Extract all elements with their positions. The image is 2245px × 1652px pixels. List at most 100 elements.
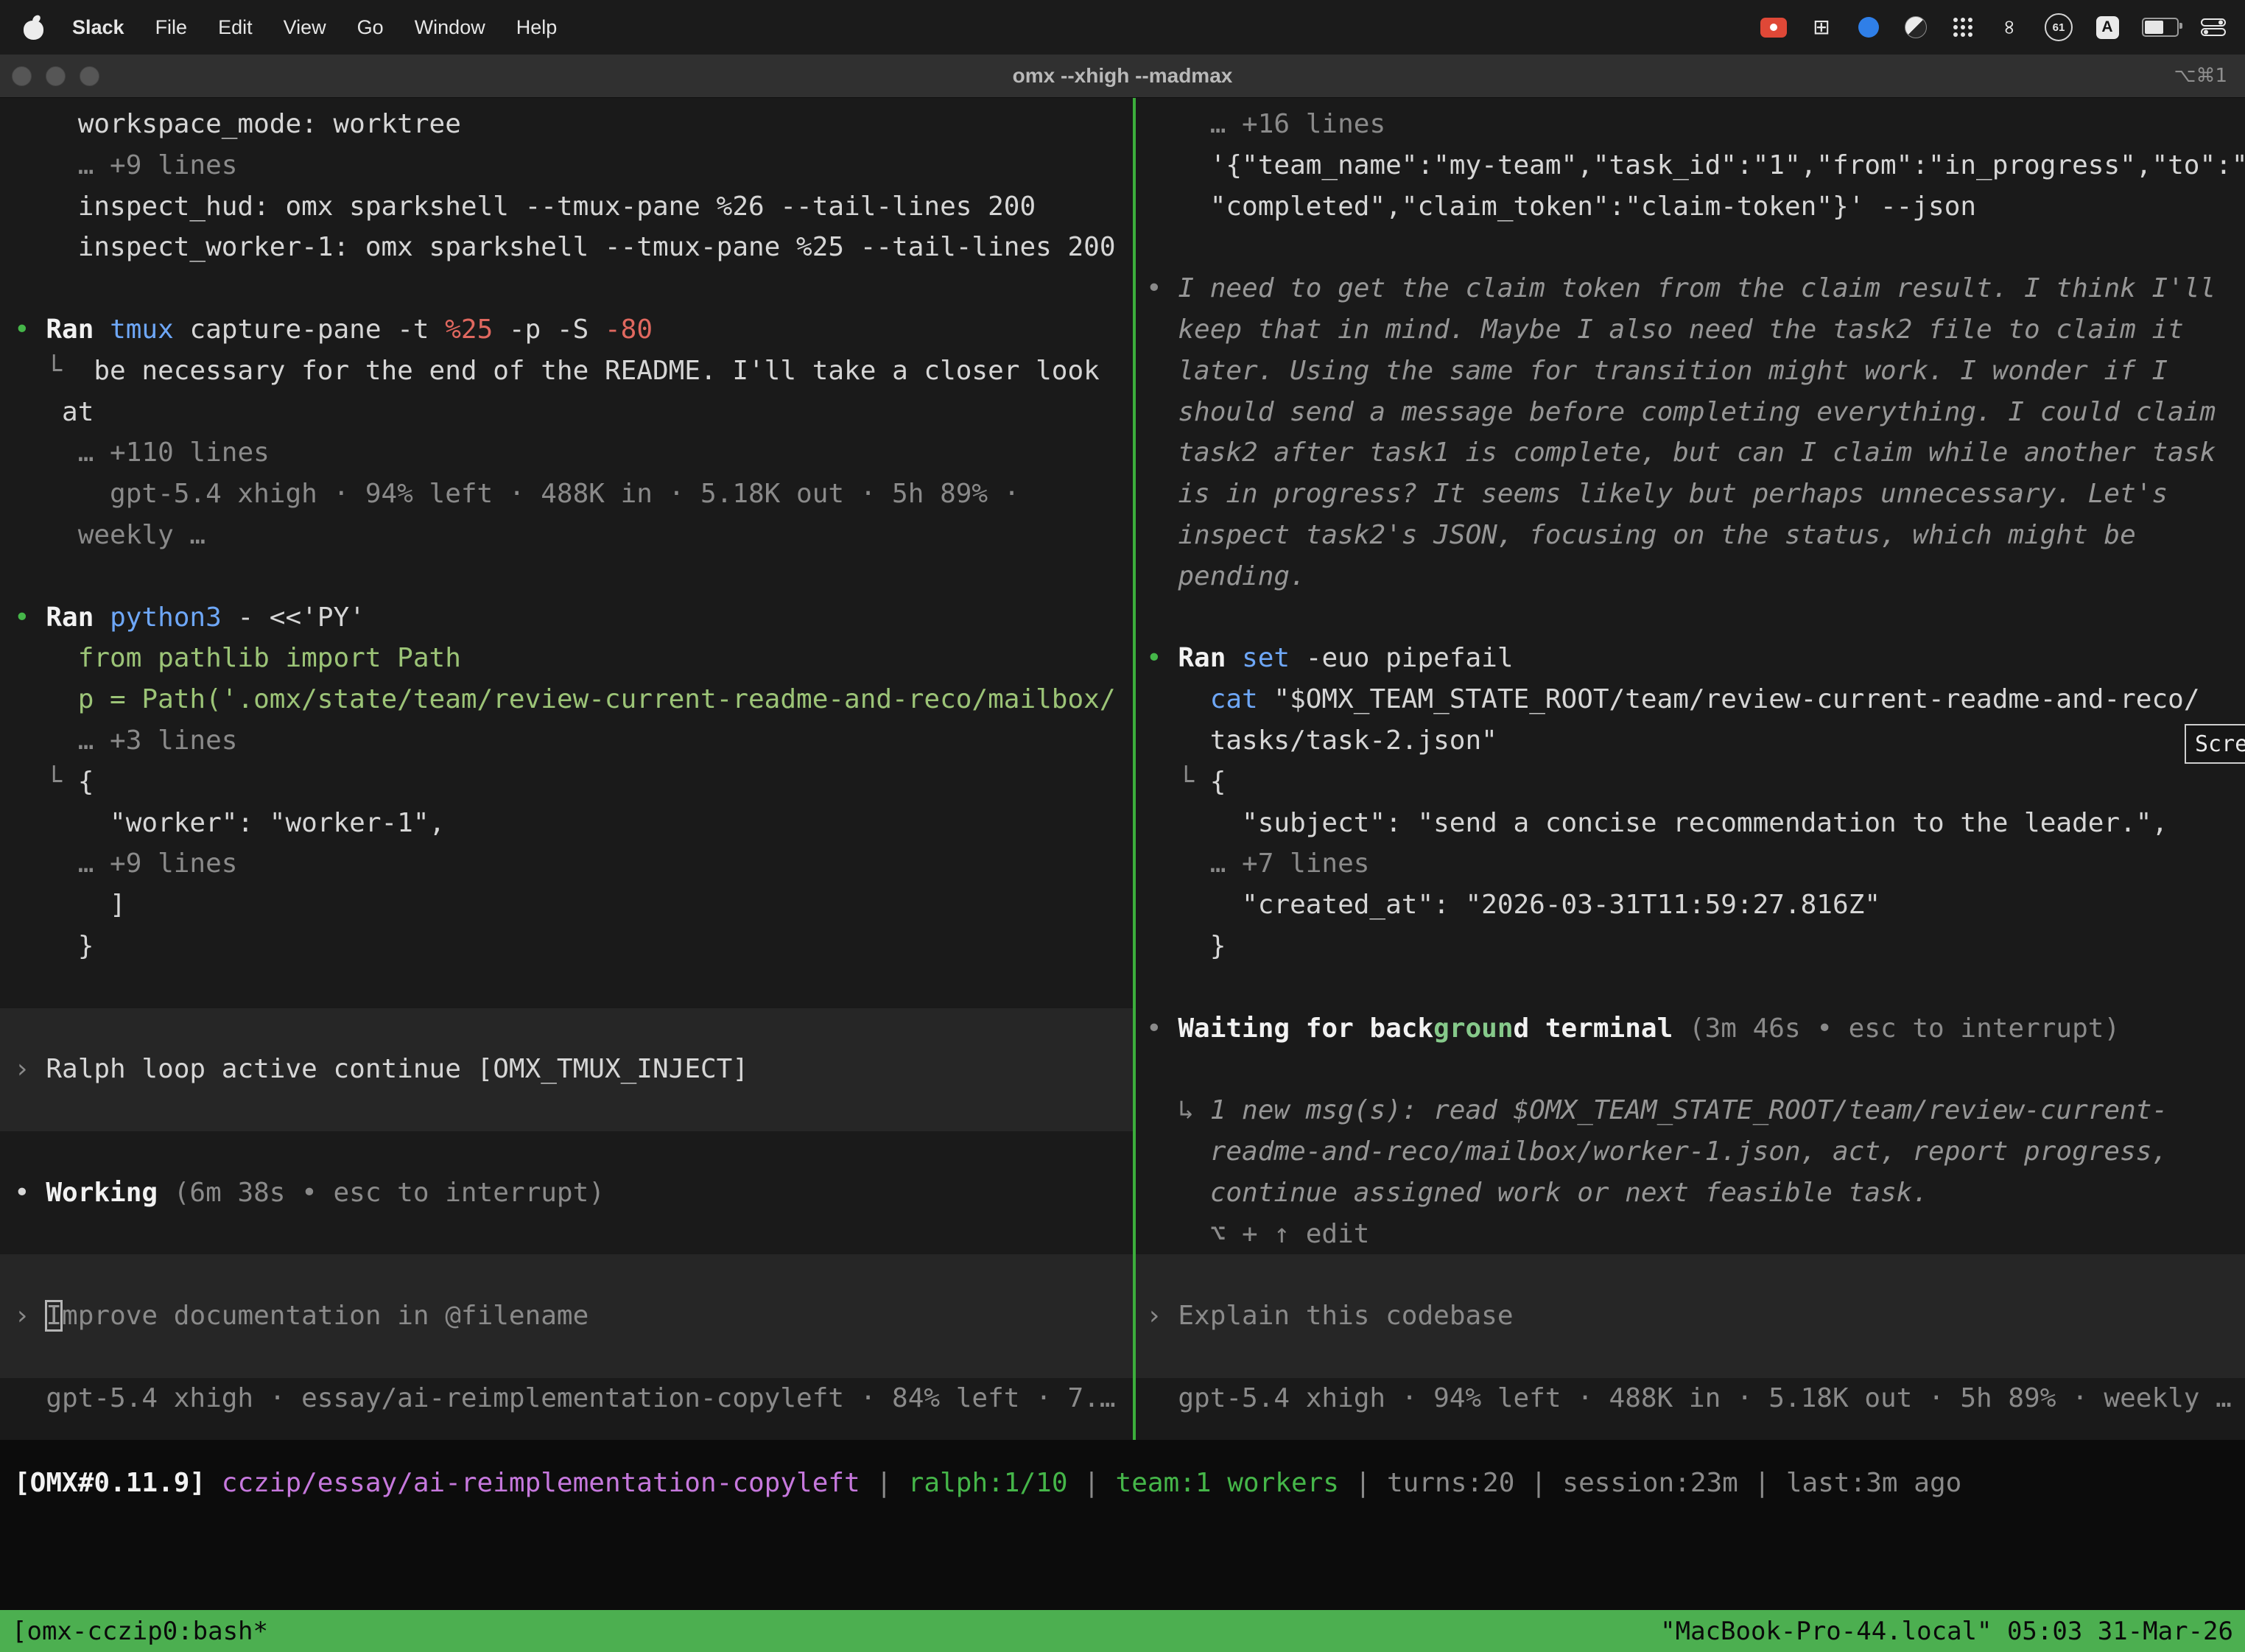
menu-item-edit[interactable]: Edit <box>203 16 268 39</box>
terminal-line: "created_at": "2026-03-31T11:59:27.816Z" <box>1136 885 2245 926</box>
text-segment: gpt-5.4 xhigh · essay/ai-reimplementatio… <box>14 1383 1116 1413</box>
text-segment: Ran <box>46 602 110 633</box>
text-segment: turns:20 <box>1387 1468 1514 1498</box>
text-segment: └ <box>14 356 94 386</box>
terminal-blank-line <box>0 556 1133 597</box>
dots-grid-svg <box>1952 16 1974 38</box>
terminal-line: … +16 lines <box>1136 104 2245 145</box>
text-segment: └ <box>14 767 78 797</box>
terminal-blank-line <box>1136 1049 2245 1090</box>
text-segment: %25 <box>445 314 509 345</box>
input-source-icon[interactable]: A <box>2095 11 2120 43</box>
dots-grid-icon[interactable] <box>1950 11 1975 43</box>
menu-item-window[interactable]: Window <box>399 16 501 39</box>
terminal-blank-line <box>1136 967 2245 1008</box>
text-segment: gpt-5.4 xhigh · 94% left · 488K in · 5.1… <box>14 479 1019 509</box>
text-segment: p = Path('.omx/state/team/review-current… <box>14 684 1116 714</box>
prompt-band[interactable]: › Improve documentation in @filename <box>0 1254 1133 1377</box>
terminal-panes: workspace_mode: worktree … +9 lines insp… <box>0 98 2245 1440</box>
text-segment: gpt-5.4 xhigh · 94% left · 488K in · 5.1… <box>1146 1383 2232 1413</box>
text-segment: ⌥ + ↑ edit <box>1146 1219 1369 1249</box>
text-segment: inspect task2's JSON, focusing on the st… <box>1146 520 2136 550</box>
text-segment: should send a message before completing … <box>1146 397 2216 427</box>
terminal-line: "worker": "worker-1", <box>0 803 1133 844</box>
terminal-line: inspect_hud: omx sparkshell --tmux-pane … <box>0 186 1133 228</box>
text-segment: mprove documentation in @filename <box>62 1301 589 1331</box>
terminal-line: ⌥ + ↑ edit <box>1136 1214 2245 1255</box>
terminal-line: • Ran python3 - <<'PY' <box>0 597 1133 639</box>
menu-app-name[interactable]: Slack <box>57 16 140 39</box>
terminal-blank-line <box>0 1214 1133 1255</box>
link-icon[interactable]: ∞ <box>1998 11 2023 43</box>
text-segment: - <<'PY' <box>237 602 365 633</box>
terminal-blank-line <box>0 967 1133 1008</box>
window-shortcut-hint: ⌥⌘1 <box>2174 65 2227 87</box>
apple-menu-icon[interactable] <box>24 15 43 40</box>
ghost-shape <box>1905 16 1927 38</box>
text-segment: › <box>14 1301 46 1331</box>
prompt-band[interactable]: › Explain this codebase <box>1136 1254 2245 1377</box>
terminal-line: • Ran set -euo pipefail <box>1136 638 2245 679</box>
ghost-app-icon[interactable] <box>1903 11 1928 43</box>
text-segment: cat <box>1210 684 1274 714</box>
text-segment: I <box>46 1301 62 1331</box>
terminal-line: task2 after task1 is complete, but can I… <box>1136 432 2245 474</box>
prompt-band[interactable]: › Ralph loop active continue [OMX_TMUX_I… <box>0 1008 1133 1131</box>
menu-item-view[interactable]: View <box>268 16 342 39</box>
terminal-line: ↳ 1 new msg(s): read $OMX_TEAM_STATE_ROO… <box>1136 1090 2245 1131</box>
control-center-svg <box>2201 18 2226 36</box>
terminal-line: gpt-5.4 xhigh · 94% left · 488K in · 5.1… <box>1136 1378 2245 1419</box>
terminal-line: later. Using the same for transition mig… <box>1136 351 2245 392</box>
text-segment <box>14 848 78 879</box>
raindrop-icon[interactable] <box>1856 11 1881 43</box>
menu-item-file[interactable]: File <box>140 16 203 39</box>
prompt-line: › Improve documentation in @filename <box>0 1296 1133 1337</box>
terminal-pane-left[interactable]: workspace_mode: worktree … +9 lines insp… <box>0 98 1133 1440</box>
text-segment <box>14 150 78 180</box>
apple-body <box>24 21 43 40</box>
screen-recording-indicator-icon[interactable] <box>1760 11 1787 43</box>
text-segment: … +9 lines <box>78 150 238 180</box>
terminal-line: inspect_worker-1: omx sparkshell --tmux-… <box>0 227 1133 268</box>
text-segment: from pathlib import Path <box>14 643 461 673</box>
window-title-bar[interactable]: omx --xhigh --madmax ⌥⌘1 <box>0 55 2245 98</box>
text-segment: readme-and-reco/mailbox/worker-1.json, a… <box>1146 1136 2168 1167</box>
text-segment: ] <box>14 890 126 920</box>
battery-icon[interactable] <box>2142 11 2179 43</box>
hud-status-line: [OMX#0.11.9] cczip/essay/ai-reimplementa… <box>0 1463 2245 1504</box>
text-segment: • <box>1146 643 1178 673</box>
text-segment: { <box>1210 767 1226 797</box>
terminal-line: workspace_mode: worktree <box>0 104 1133 145</box>
terminal-pane-right[interactable]: … +16 lines '{"team_name":"my-team","tas… <box>1136 98 2245 1440</box>
battery-percent-badge[interactable]: 61 <box>2045 11 2073 43</box>
terminal-line: continue assigned work or next feasible … <box>1136 1173 2245 1214</box>
text-segment: -80 <box>605 314 653 345</box>
tmux-host-clock: "MacBook-Pro-44.local" 05:03 31-Mar-26 <box>1660 1617 2233 1646</box>
terminal-line: gpt-5.4 xhigh · 94% left · 488K in · 5.1… <box>0 474 1133 515</box>
text-segment: capture-pane -t <box>189 314 445 345</box>
terminal-line: • Working (6m 38s • esc to interrupt) <box>0 1173 1133 1214</box>
terminal-line: … +110 lines <box>0 432 1133 474</box>
text-segment: task2 after task1 is complete, but can I… <box>1146 437 2216 468</box>
text-segment: Waiting for back <box>1178 1013 1433 1044</box>
text-segment: -p -S <box>509 314 605 345</box>
terminal-line: at <box>0 392 1133 433</box>
text-segment: Ran <box>1178 643 1242 673</box>
keyboard-grid-icon[interactable]: ⊞ <box>1809 11 1834 43</box>
terminal-line: tasks/task-2.json" <box>1136 720 2245 762</box>
prompt-line: › Ralph loop active continue [OMX_TMUX_I… <box>0 1049 1133 1090</box>
battery-shape <box>2142 18 2179 37</box>
text-segment: continue assigned work or next feasible … <box>1146 1178 1928 1208</box>
text-segment: -euo pipefail <box>1306 643 1514 673</box>
menu-item-help[interactable]: Help <box>501 16 573 39</box>
text-segment: (3m 46s • esc to interrupt) <box>1689 1013 2120 1044</box>
control-center-icon[interactable] <box>2201 11 2226 43</box>
menu-bar-left: Slack File Edit View Go Window Help <box>19 15 572 40</box>
text-segment: set <box>1242 643 1306 673</box>
text-segment: … +3 lines <box>78 725 238 756</box>
text-segment: '{"team_name":"my-team","task_id":"1","f… <box>1146 150 2245 180</box>
terminal-line: └ { <box>1136 762 2245 803</box>
text-segment: at <box>14 397 94 427</box>
terminal-line: └ { <box>0 762 1133 803</box>
menu-item-go[interactable]: Go <box>342 16 399 39</box>
